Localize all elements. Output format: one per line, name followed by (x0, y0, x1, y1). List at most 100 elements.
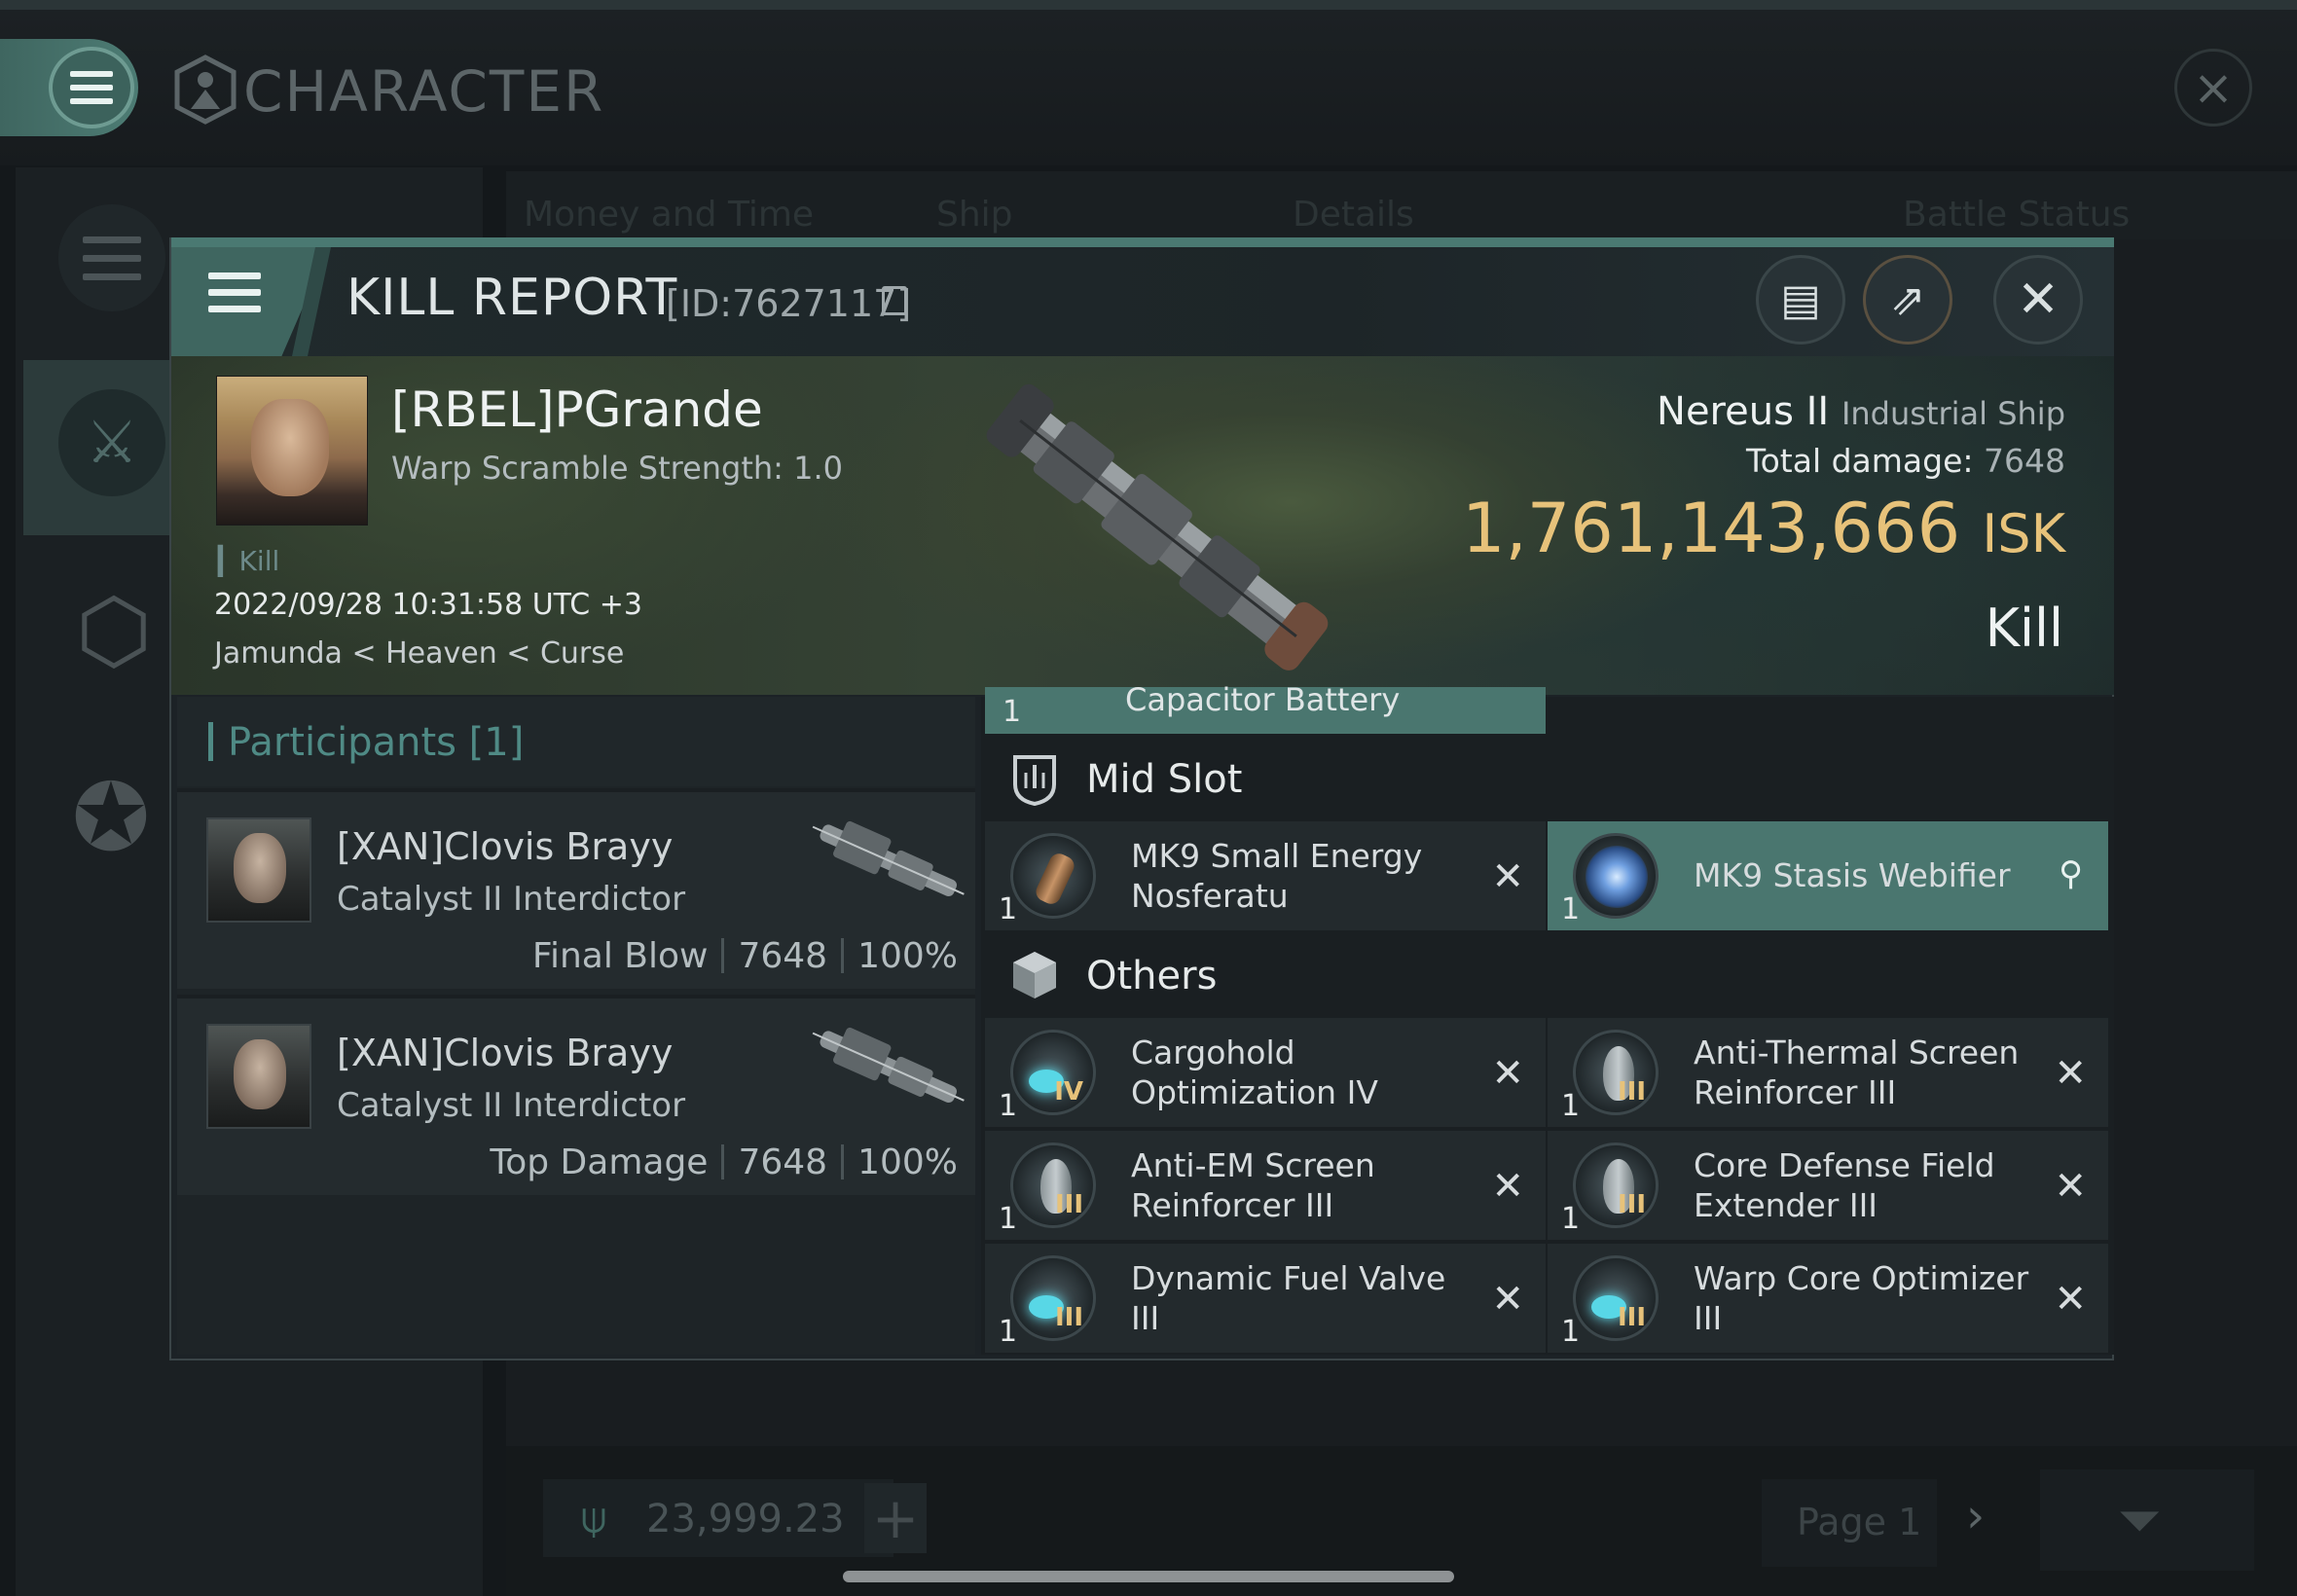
ship-name[interactable]: Nereus II Industrial Ship (1657, 389, 2065, 434)
item-cargohold-optimization[interactable]: IV 1 Cargohold Optimization IV ✕ (985, 1018, 1546, 1127)
top-strip (0, 0, 2297, 10)
victim-name[interactable]: [RBEL]PGrande (391, 381, 763, 438)
item-quantity: 1 (999, 1202, 1018, 1236)
meta-level: III (1054, 1303, 1083, 1332)
destroyed-x-icon: ✕ (1491, 854, 1524, 899)
participant-damage: 7648 (738, 936, 828, 976)
item-name: Warp Core Optimizer III (1694, 1258, 2029, 1337)
cube-icon (1008, 948, 1061, 1002)
participant-face (234, 1039, 286, 1109)
participant-percent: 100% (857, 936, 958, 976)
tab-battle-status[interactable]: Battle Status (1903, 195, 2130, 235)
item-mk9-small-energy-nosferatu[interactable]: 1 MK9 Small Energy Nosferatu ✕ (985, 821, 1546, 930)
item-dynamic-fuel-valve[interactable]: III 1 Dynamic Fuel Valve III ✕ (985, 1244, 1546, 1353)
meta-level: III (1617, 1190, 1646, 1219)
item-quantity: 1 (1561, 1089, 1581, 1123)
total-damage-value: 7648 (1984, 442, 2065, 480)
destroyed-x-icon: ✕ (1491, 1277, 1524, 1322)
rig-icon: III (1573, 1255, 1659, 1341)
hamburger-icon[interactable] (208, 272, 261, 312)
kill-report-id: [ID:7627117] (666, 282, 912, 325)
tab-details[interactable]: Details (1293, 195, 1414, 235)
clipboard-icon[interactable]: ▤ (1756, 255, 1845, 345)
victim-face (251, 399, 329, 496)
isk-unit: ISK (1982, 503, 2065, 564)
destroyed-x-icon: ✕ (1491, 1051, 1524, 1096)
kill-report-title: KILL REPORT (346, 269, 678, 327)
next-page-icon[interactable]: › (1966, 1489, 1985, 1543)
item-name: Dynamic Fuel Valve III (1131, 1258, 1446, 1337)
filter-icon: ⏷ (2118, 1489, 2162, 1552)
kill-tag-label: Kill (238, 545, 280, 577)
shield-rig-icon: III (1010, 1143, 1096, 1228)
item-warp-core-optimizer[interactable]: III 1 Warp Core Optimizer III ✕ (1548, 1244, 2108, 1353)
participant-face (234, 833, 286, 903)
share-icon[interactable]: ⇗ (1863, 255, 1952, 345)
participant-name: [XAN]Clovis Brayy (337, 1032, 674, 1074)
crossed-swords-icon[interactable]: ⚔ (58, 389, 165, 496)
divider (721, 1144, 725, 1179)
item-name: Anti-Thermal Screen Reinforcer III (1694, 1033, 2020, 1111)
shield-rig-icon: III (1573, 1030, 1659, 1115)
isk-loss: 1,761,143,666 ISK (1462, 489, 2065, 568)
item-quantity: 1 (999, 1089, 1018, 1123)
character-menu-button[interactable] (49, 47, 134, 128)
divider (721, 938, 725, 973)
participant-card[interactable]: [XAN]Clovis Brayy Catalyst II Interdicto… (177, 788, 975, 989)
divider (841, 1144, 845, 1179)
participant-ship-icon (812, 820, 965, 897)
copy-id-icon[interactable] (882, 286, 907, 315)
total-damage: Total damage: 7648 (1746, 442, 2065, 480)
page-label: Page 1 (1797, 1501, 1922, 1543)
item-name: MK9 Stasis Webifier (1694, 856, 2011, 895)
item-name: MK9 Small Energy Nosferatu (1131, 836, 1423, 915)
kill-result: Kill (1985, 598, 2063, 659)
participants-accent (208, 722, 213, 761)
tab-ship[interactable]: Ship (936, 195, 1013, 235)
destroyed-x-icon: ✕ (1491, 1164, 1524, 1209)
mid-slot-label: Mid Slot (1086, 757, 1243, 802)
modal-accent-line (171, 237, 2114, 247)
participant-ship: Catalyst II Interdictor (337, 880, 686, 919)
item-anti-thermal-screen-reinforcer[interactable]: III 1 Anti-Thermal Screen Reinforcer III… (1548, 1018, 2108, 1127)
participant-role: Top Damage (490, 1143, 709, 1182)
participant-stats: Final Blow 7648 100% (532, 936, 958, 976)
kill-location[interactable]: Jamunda < Heaven < Curse (214, 636, 624, 671)
nosferatu-icon (1010, 833, 1096, 919)
participant-percent: 100% (857, 1143, 958, 1182)
meta-level: IV (1054, 1077, 1083, 1106)
item-mk9-stasis-webifier[interactable]: 1 MK9 Stasis Webifier ⚲ (1548, 821, 2108, 930)
item-name: Core Defense Field Extender III (1694, 1145, 1995, 1224)
item-name: Capacitor Battery (1125, 681, 1401, 718)
kill-tag: ▎Kill (218, 545, 280, 577)
isk-loss-value: 1,761,143,666 (1461, 489, 1961, 568)
divider (841, 938, 845, 973)
sidebar-menu-icon[interactable] (58, 204, 165, 311)
participant-card[interactable]: [XAN]Clovis Brayy Catalyst II Interdicto… (177, 995, 975, 1195)
participant-ship: Catalyst II Interdictor (337, 1086, 686, 1125)
participant-portrait[interactable] (206, 817, 311, 923)
home-indicator[interactable] (843, 1571, 1454, 1582)
tab-money-and-time[interactable]: Money and Time (524, 195, 814, 235)
participant-role: Final Blow (531, 936, 709, 976)
character-close-icon[interactable]: × (2174, 49, 2252, 127)
item-anti-em-screen-reinforcer[interactable]: III 1 Anti-EM Screen Reinforcer III ✕ (985, 1131, 1546, 1240)
item-name: Cargohold Optimization IV (1131, 1033, 1378, 1111)
participant-portrait[interactable] (206, 1024, 311, 1129)
dropped-pilot-icon: ⚲ (2059, 854, 2083, 893)
total-damage-label: Total damage: (1746, 442, 1974, 480)
participant-stats: Top Damage 7648 100% (490, 1143, 958, 1182)
destroyed-x-icon: ✕ (2054, 1164, 2087, 1209)
star-medal-icon[interactable]: ✪ (55, 759, 167, 876)
character-title: CHARACTER (243, 58, 605, 125)
item-core-defense-field-extender[interactable]: III 1 Core Defense Field Extender III ✕ (1548, 1131, 2108, 1240)
meta-level: III (1617, 1303, 1646, 1332)
star-shield-icon[interactable]: ⬡ (62, 572, 165, 689)
meta-level: III (1617, 1077, 1646, 1106)
warp-scramble-strength: Warp Scramble Strength: 1.0 (391, 450, 844, 487)
participant-ship-icon (812, 1027, 965, 1104)
ship-name-label: Nereus II (1657, 389, 1830, 434)
add-isk-button[interactable]: + (864, 1483, 927, 1553)
shield-rig-icon: III (1573, 1143, 1659, 1228)
close-icon[interactable]: ✕ (1993, 255, 2083, 345)
